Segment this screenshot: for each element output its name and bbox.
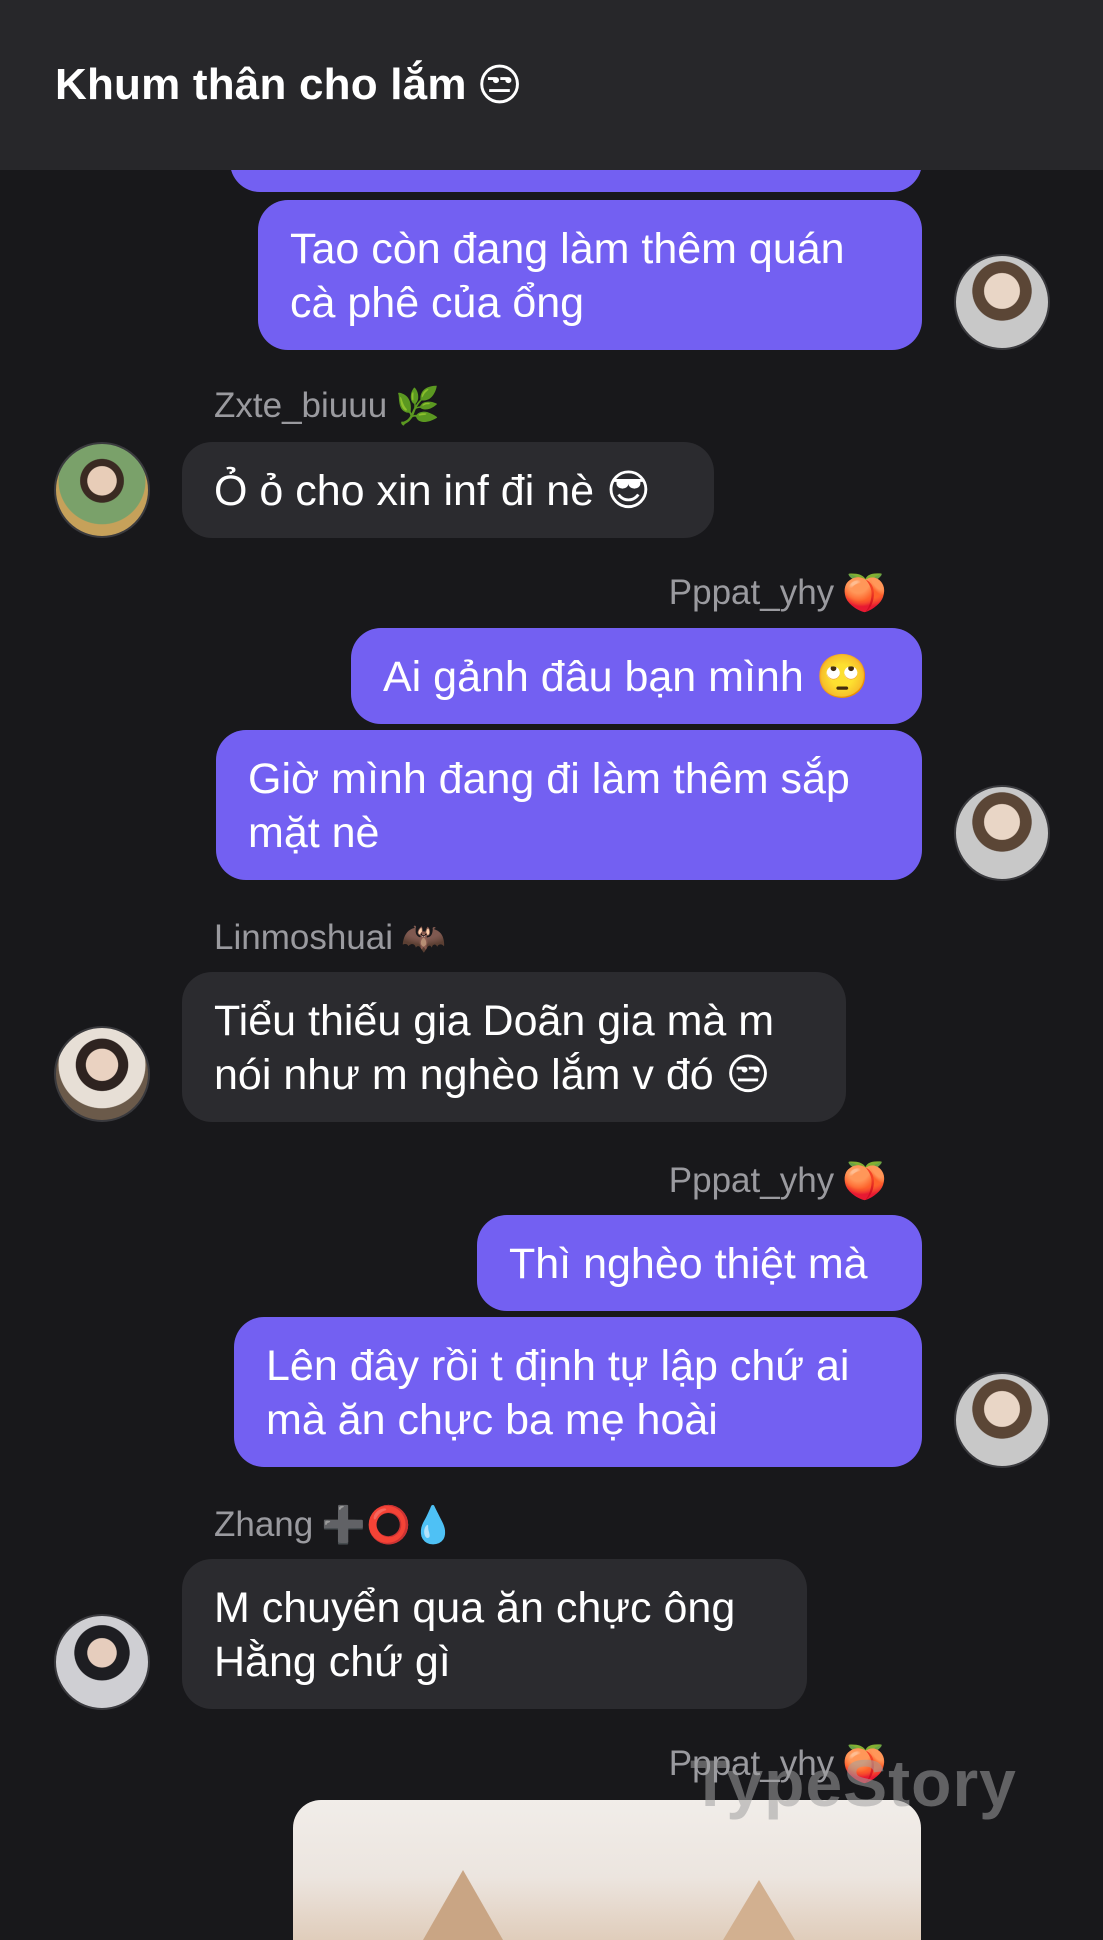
avatar[interactable] (54, 1026, 150, 1122)
message-bubble[interactable]: Ai gảnh đâu bạn mình 🙄 (351, 628, 922, 724)
chat-title: Khum thân cho lắm (55, 60, 467, 109)
message-text: Lên đây rồi t định tự lập chứ ai mà ăn c… (266, 1342, 850, 1444)
message-bubble[interactable]: M chuyển qua ăn chực ông Hằng chứ gì (182, 1559, 807, 1709)
message-text: Ai gảnh đâu bạn mình 🙄 (383, 653, 870, 701)
message-text: Thì nghèo thiệt mà (509, 1240, 868, 1288)
cat-ear-shape (423, 1870, 503, 1940)
message-bubble[interactable]: Ỏ ỏ cho xin inf đi nè 😎 (182, 442, 714, 538)
avatar[interactable] (54, 442, 150, 538)
message-text: M chuyển qua ăn chực ông Hằng chứ gì (214, 1584, 736, 1686)
sender-name: Pppat_yhy 🍑 (668, 572, 887, 613)
sender-name: Linmoshuai 🦇 (214, 917, 446, 958)
avatar[interactable] (954, 1372, 1050, 1468)
message-bubble[interactable]: Tiểu thiếu gia Doãn gia mà m nói như m n… (182, 972, 846, 1122)
message-bubble[interactable]: Lên đây rồi t định tự lập chứ ai mà ăn c… (234, 1317, 922, 1467)
message-text: Giờ mình đang đi làm thêm sắp mặt nè (248, 755, 850, 857)
message-text: Ỏ ỏ cho xin inf đi nè 😎 (214, 467, 651, 515)
message-thread: Tao còn đang làm thêm quán cà phê của ổn… (0, 0, 1103, 1940)
watermark: TypeStory (690, 1746, 1017, 1820)
sender-name: Zxte_biuuu 🌿 (214, 385, 440, 426)
bat-icon: 🦇 (401, 917, 446, 958)
sender-name: Zhang ➕⭕💧 (214, 1504, 456, 1545)
chat-header: Khum thân cho lắm 😒 (0, 0, 1103, 170)
image-attachment[interactable] (293, 1800, 921, 1940)
message-bubble[interactable]: Giờ mình đang đi làm thêm sắp mặt nè (216, 730, 922, 880)
unamused-face-icon: 😒 (476, 60, 523, 110)
avatar[interactable] (954, 785, 1050, 881)
message-text: Tao còn đang làm thêm quán cà phê của ổn… (290, 225, 845, 327)
peach-icon: 🍑 (842, 572, 887, 613)
plus-circle-drop-icon: ➕⭕💧 (321, 1504, 456, 1545)
avatar[interactable] (954, 254, 1050, 350)
message-bubble[interactable]: Tao còn đang làm thêm quán cà phê của ổn… (258, 200, 922, 350)
cat-ear-shape (723, 1880, 795, 1940)
message-text: Tiểu thiếu gia Doãn gia mà m nói như m n… (214, 997, 775, 1099)
leaf-icon: 🌿 (395, 385, 440, 426)
peach-icon: 🍑 (842, 1160, 887, 1201)
avatar[interactable] (54, 1614, 150, 1710)
sender-name: Pppat_yhy 🍑 (668, 1160, 887, 1201)
message-bubble[interactable]: Thì nghèo thiệt mà (477, 1215, 922, 1311)
